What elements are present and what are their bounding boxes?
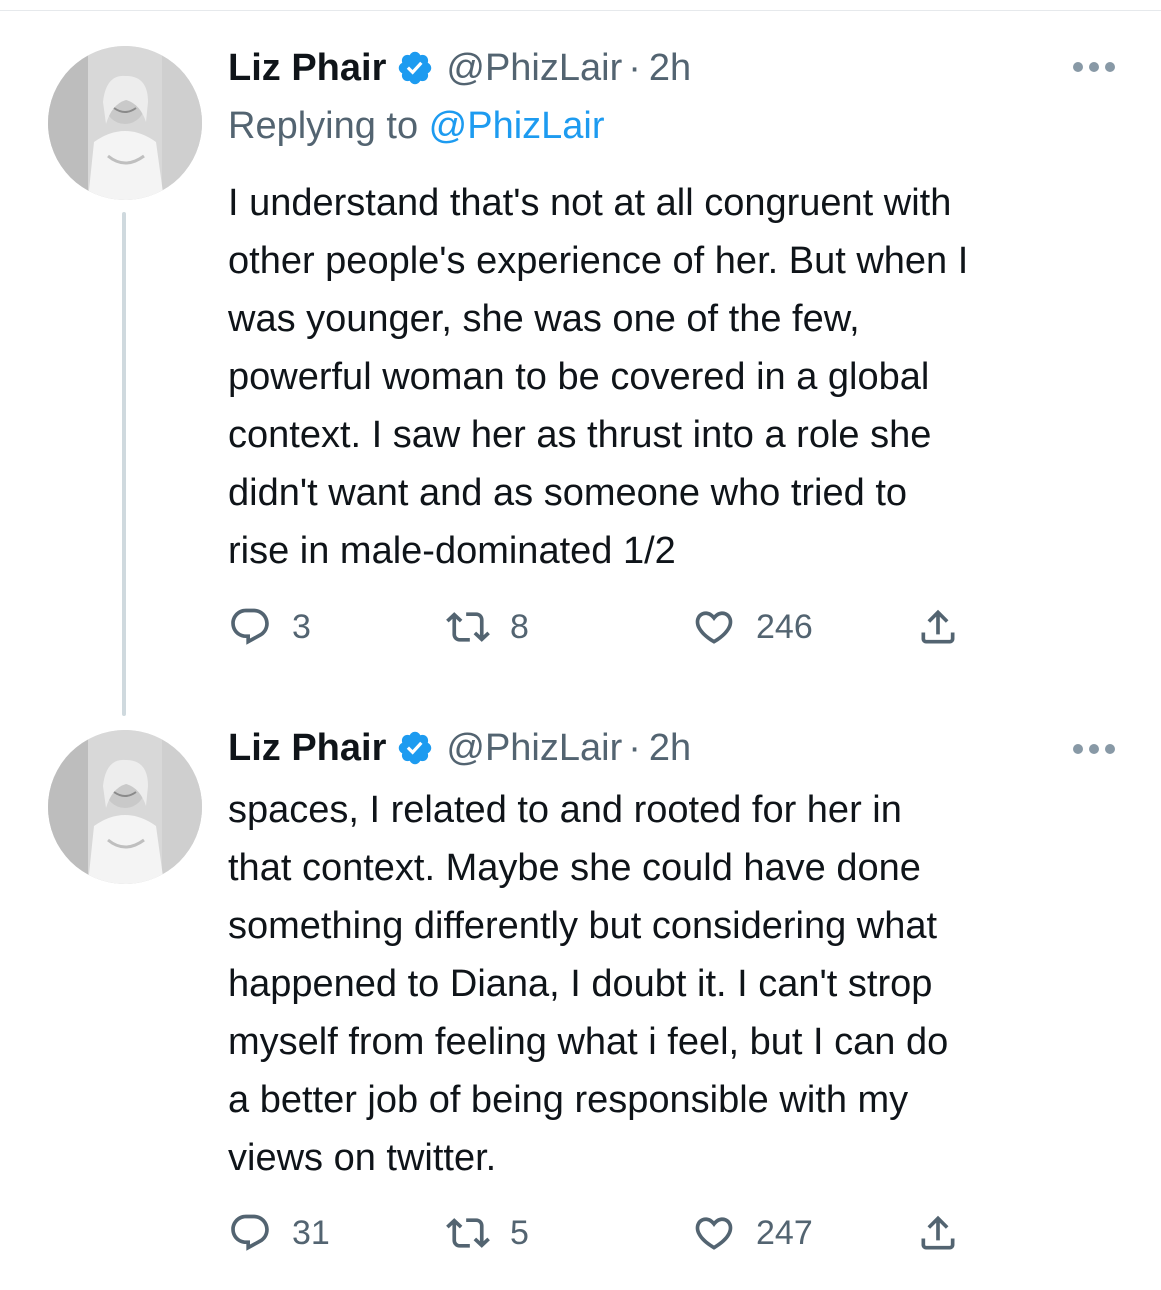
author-handle[interactable]: @PhizLair (446, 726, 622, 770)
tweet-actions: 3 8 246 (228, 602, 988, 652)
retweet-arrows-icon (446, 1218, 490, 1248)
tweet-actions: 31 5 247 (228, 1208, 988, 1258)
heart-icon (695, 611, 733, 644)
author-handle[interactable]: @PhizLair (446, 46, 622, 90)
like-button[interactable]: 246 (692, 602, 813, 652)
timestamp[interactable]: 2h (649, 46, 691, 90)
author-name[interactable]: Liz Phair (228, 726, 386, 770)
reply-count: 3 (292, 607, 311, 646)
avatar[interactable] (48, 730, 202, 884)
avatar-photo-icon (48, 46, 202, 200)
retweet-arrows-icon (446, 612, 490, 642)
retweet-count: 8 (510, 607, 529, 646)
share-button[interactable] (916, 602, 960, 652)
verified-badge-icon (399, 51, 432, 85)
reply-count: 31 (292, 1213, 330, 1252)
thread-connector-line (122, 212, 126, 716)
more-dots-icon[interactable] (1071, 742, 1117, 756)
retweet-count: 5 (510, 1213, 529, 1252)
more-dots-icon[interactable] (1071, 60, 1117, 74)
like-count: 246 (756, 607, 813, 646)
timestamp[interactable]: 2h (649, 726, 691, 770)
separator-dot: · (628, 727, 641, 769)
share-upload-icon (921, 1215, 955, 1250)
share-button[interactable] (916, 1208, 960, 1258)
reply-bubble-icon (231, 1214, 269, 1251)
tweet-text: spaces, I related to and rooted for her … (228, 789, 949, 1179)
tweet-text: I understand that's not at all congruent… (228, 182, 969, 572)
separator-dot: · (628, 47, 641, 89)
reply-button[interactable]: 31 (228, 1208, 330, 1258)
heart-icon (695, 1217, 733, 1250)
like-count: 247 (756, 1213, 813, 1252)
like-button[interactable]: 247 (692, 1208, 813, 1258)
tweet-header: Liz Phair @PhizLair · 2h (228, 726, 691, 770)
top-divider (0, 10, 1161, 11)
author-name[interactable]: Liz Phair (228, 46, 386, 90)
replying-to-line: Replying to @PhizLair (228, 104, 605, 148)
tweet-header: Liz Phair @PhizLair · 2h (228, 46, 691, 90)
avatar[interactable] (48, 46, 202, 200)
reply-bubble-icon (231, 608, 269, 645)
reply-button[interactable]: 3 (228, 602, 311, 652)
replying-to-label: Replying to (228, 105, 429, 147)
avatar-photo-icon (48, 730, 202, 884)
share-upload-icon (921, 609, 955, 644)
replying-to-mention[interactable]: @PhizLair (429, 105, 605, 147)
retweet-button[interactable]: 8 (446, 602, 529, 652)
retweet-button[interactable]: 5 (446, 1208, 529, 1258)
verified-badge-icon (399, 731, 432, 765)
